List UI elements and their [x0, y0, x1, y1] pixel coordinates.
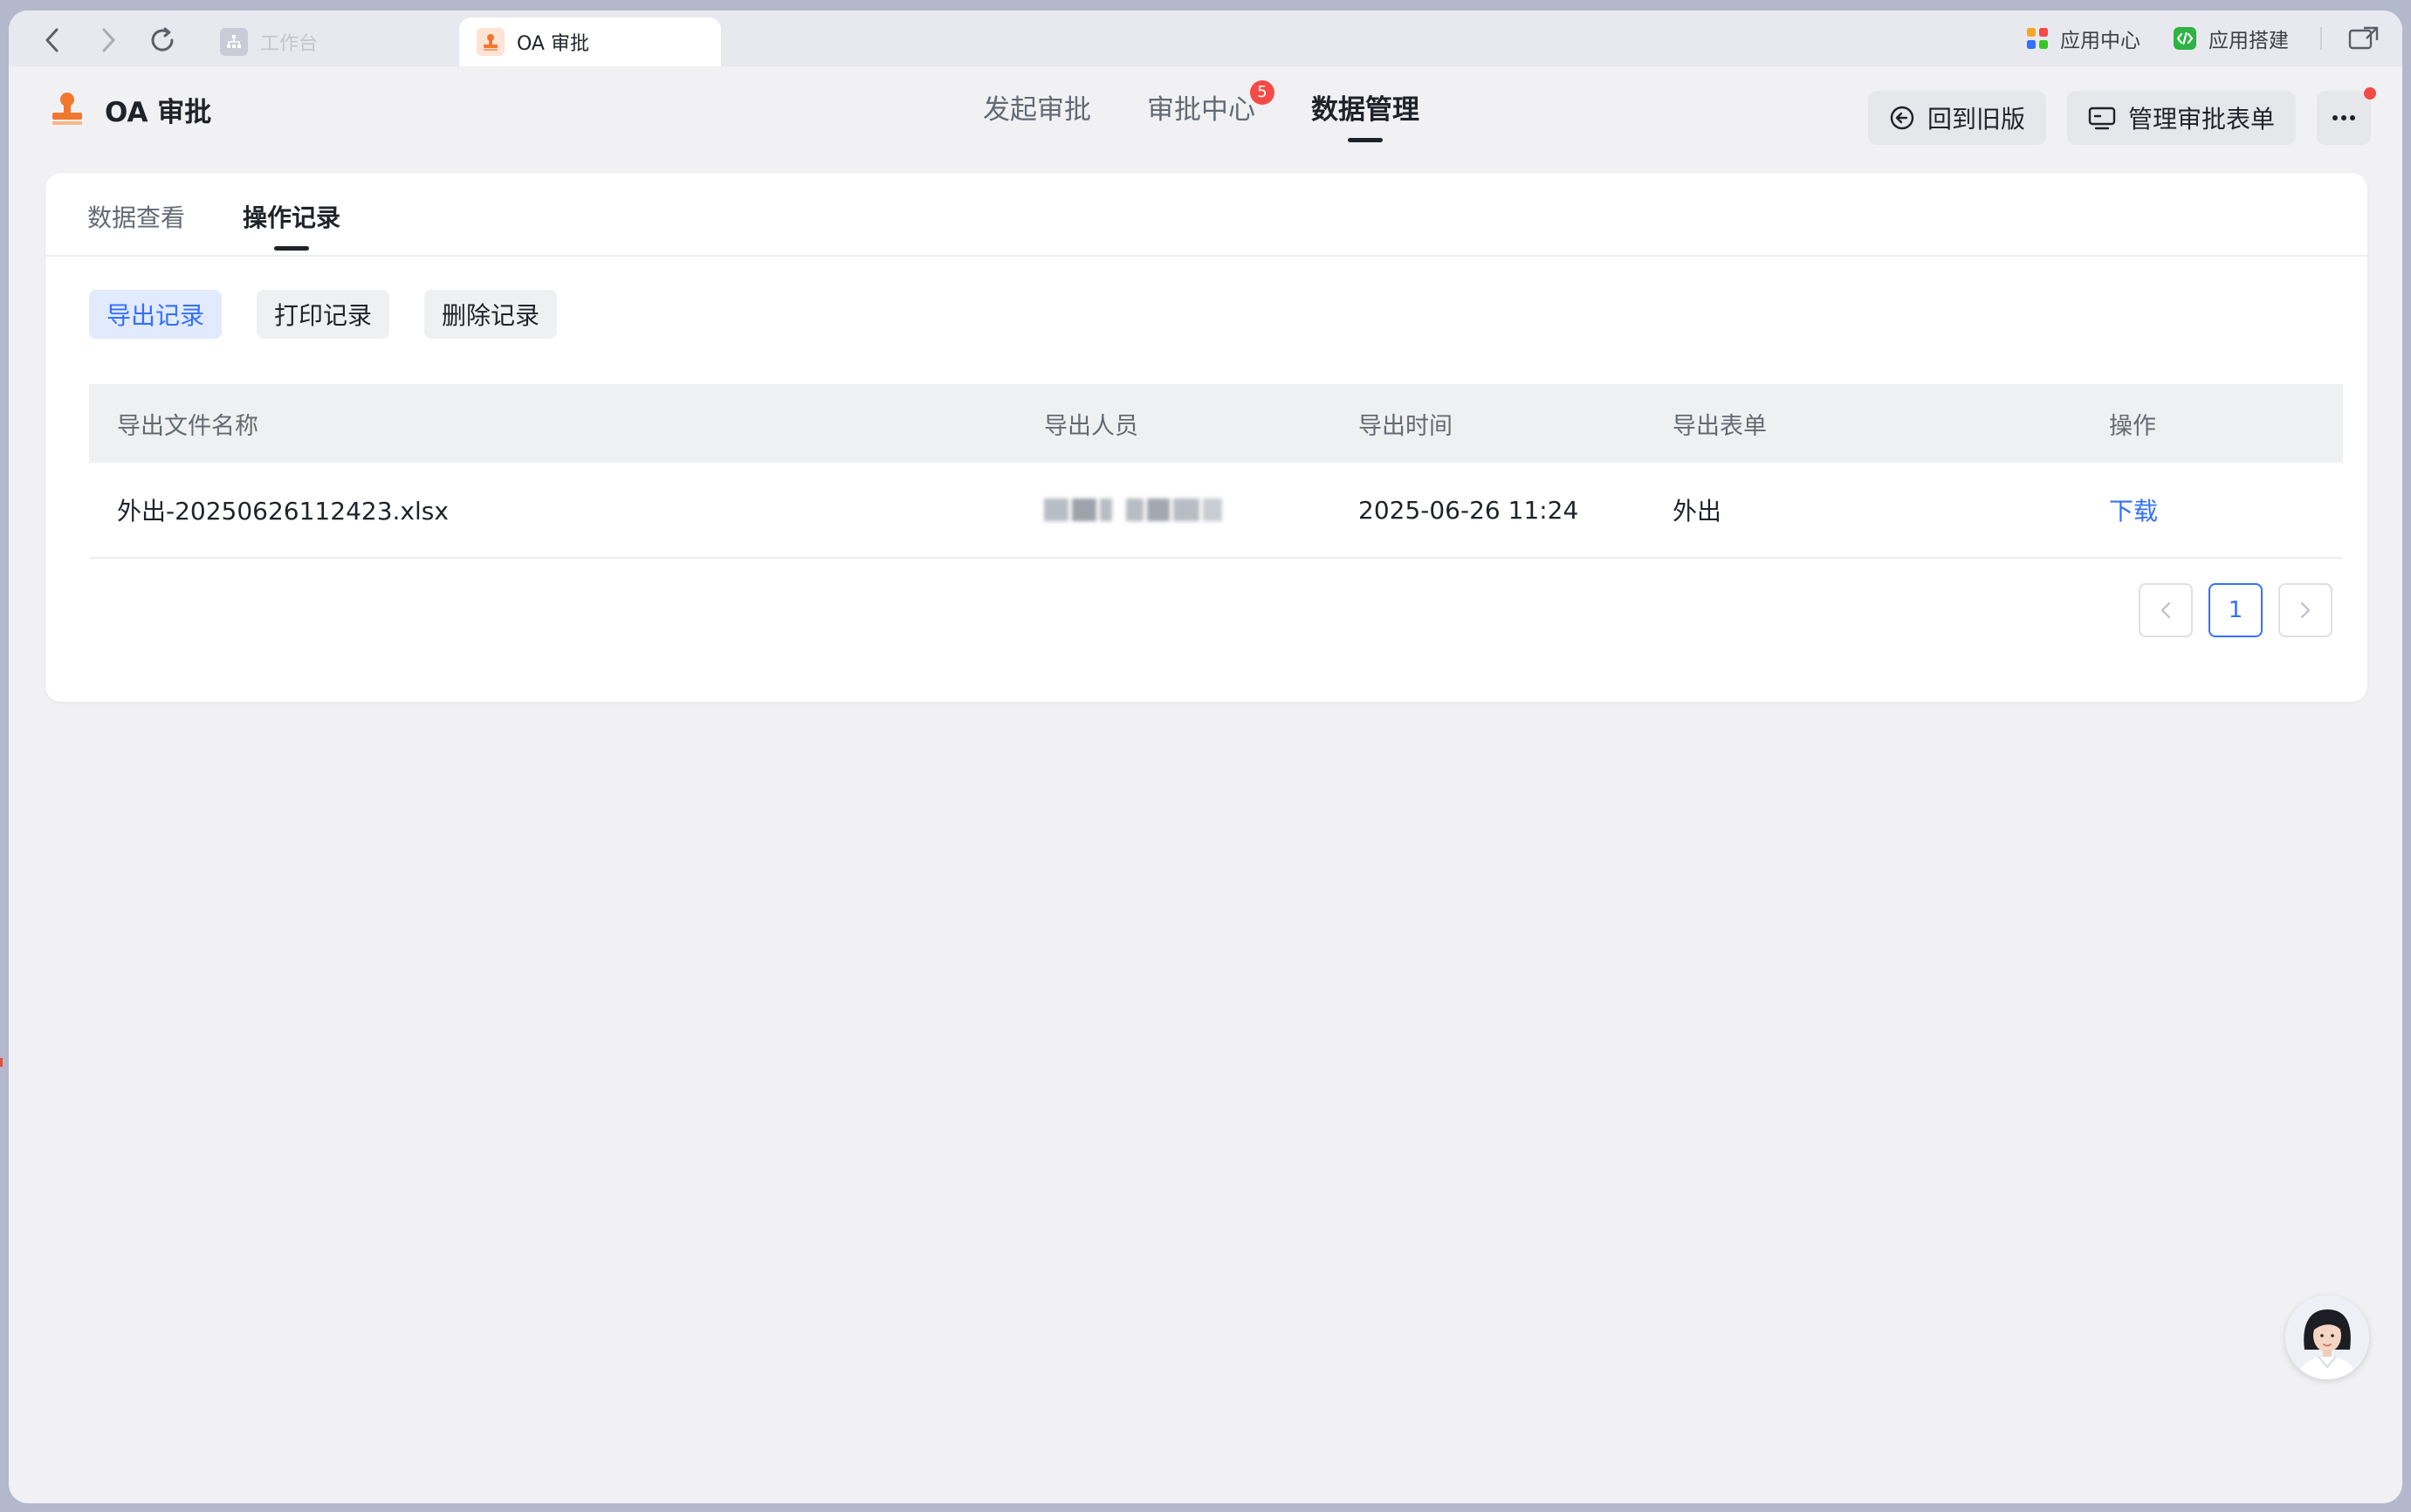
tab-start-approval[interactable]: 发起审批 — [983, 87, 1091, 142]
tab-label: 发起审批 — [983, 94, 1091, 126]
assistant-avatar-icon — [2285, 1296, 2369, 1379]
app-builder-icon — [2172, 25, 2198, 52]
chevron-left-icon — [2160, 601, 2171, 619]
column-header-export-time: 导出时间 — [1358, 412, 1453, 440]
export-records-table: 导出文件名称 导出人员 导出时间 导出表单 操作 外出-202506261124… — [89, 384, 2343, 559]
assistant-avatar-button[interactable] — [2285, 1296, 2369, 1379]
tab-label: 审批中心 — [1147, 94, 1255, 126]
tab-oa-approval[interactable]: OA 审批 — [459, 17, 721, 66]
table-row: 外出-20250626112423.xlsx 2025-06-26 11:24 … — [89, 463, 2343, 559]
app-builder-label: 应用搭建 — [2208, 30, 2289, 52]
app-window: 工作台 OA 审批 应用中心 应用搭建 OA 审批 发起审批 审批中心 5 数据… — [9, 10, 2402, 1503]
tab-approval-center[interactable]: 审批中心 5 — [1147, 80, 1274, 142]
workbench-icon — [220, 28, 248, 56]
app-center-link[interactable]: 应用中心 — [2025, 24, 2140, 53]
app-builder-link[interactable]: 应用搭建 — [2172, 24, 2289, 53]
exporter-cell-redacted — [1044, 498, 1226, 521]
app-brand: OA 审批 — [47, 89, 211, 129]
more-icon — [2332, 115, 2355, 120]
column-header-actions: 操作 — [2109, 412, 2156, 440]
button-label: 回到旧版 — [1927, 105, 2025, 134]
export-form-cell: 外出 — [1673, 497, 1722, 526]
app-center-icon — [2025, 26, 2050, 51]
edge-marker — [0, 1058, 3, 1067]
app-header: OA 审批 发起审批 审批中心 5 数据管理 回到旧版 管理审批表单 — [9, 66, 2402, 171]
oa-stamp-icon — [477, 28, 505, 56]
chevron-right-icon — [102, 28, 115, 52]
tab-data-view[interactable]: 数据查看 — [87, 199, 185, 234]
delete-records-filter[interactable]: 删除记录 — [424, 290, 558, 339]
page-number-button[interactable]: 1 — [2208, 583, 2263, 637]
monitor-icon — [2088, 105, 2116, 131]
oa-stamp-icon — [47, 89, 87, 129]
open-external-button[interactable] — [2348, 25, 2380, 52]
tab-label: OA 审批 — [517, 33, 589, 55]
sub-tabs: 数据查看 操作记录 — [45, 173, 2367, 257]
back-button[interactable] — [33, 21, 72, 59]
file-name-cell: 外出-20250626112423.xlsx — [117, 497, 449, 526]
main-tabs: 发起审批 审批中心 5 数据管理 — [983, 80, 1475, 142]
browser-right-links: 应用中心 应用搭建 — [2025, 10, 2402, 66]
next-page-button[interactable] — [2278, 583, 2332, 637]
column-header-exporter: 导出人员 — [1044, 412, 1138, 440]
table-header: 导出文件名称 导出人员 导出时间 导出表单 操作 — [89, 384, 2343, 463]
records-card: 数据查看 操作记录 导出记录 打印记录 删除记录 导出文件名称 导出人员 导出时… — [45, 173, 2367, 702]
button-label: 管理审批表单 — [2127, 105, 2275, 134]
column-header-export-form: 导出表单 — [1673, 412, 1767, 440]
tab-label: 数据管理 — [1311, 94, 1419, 126]
notification-dot — [2364, 87, 2376, 100]
download-link[interactable]: 下载 — [2109, 492, 2158, 527]
export-time-cell: 2025-06-26 11:24 — [1358, 495, 1579, 525]
column-header-file-name: 导出文件名称 — [117, 412, 258, 440]
divider — [2320, 27, 2322, 50]
chevron-left-icon — [45, 28, 58, 52]
chevron-right-icon — [2300, 601, 2311, 619]
previous-page-button[interactable] — [2139, 583, 2193, 637]
header-actions: 回到旧版 管理审批表单 — [1867, 87, 2402, 145]
tab-data-management[interactable]: 数据管理 — [1311, 87, 1419, 142]
print-records-filter[interactable]: 打印记录 — [257, 290, 390, 339]
arrow-left-circle-icon — [1889, 105, 1915, 131]
tab-workbench[interactable]: 工作台 — [203, 17, 456, 66]
pagination: 1 — [2123, 583, 2332, 637]
export-records-filter[interactable]: 导出记录 — [89, 290, 223, 339]
refresh-icon — [151, 27, 174, 52]
forward-button[interactable] — [89, 21, 127, 59]
back-to-old-version-button[interactable]: 回到旧版 — [1867, 91, 2046, 145]
app-center-label: 应用中心 — [2060, 30, 2140, 52]
external-window-icon — [2348, 25, 2380, 52]
record-type-filters: 导出记录 打印记录 删除记录 — [89, 290, 592, 339]
notification-badge: 5 — [1250, 80, 1274, 105]
browser-tab-bar: 工作台 OA 审批 应用中心 应用搭建 — [9, 10, 2402, 66]
tab-label: 工作台 — [260, 33, 319, 55]
more-button[interactable] — [2317, 87, 2376, 145]
app-title: OA 审批 — [105, 96, 212, 128]
tab-operation-records[interactable]: 操作记录 — [243, 199, 340, 234]
refresh-button[interactable] — [143, 21, 182, 59]
manage-approval-forms-button[interactable]: 管理审批表单 — [2066, 91, 2296, 145]
